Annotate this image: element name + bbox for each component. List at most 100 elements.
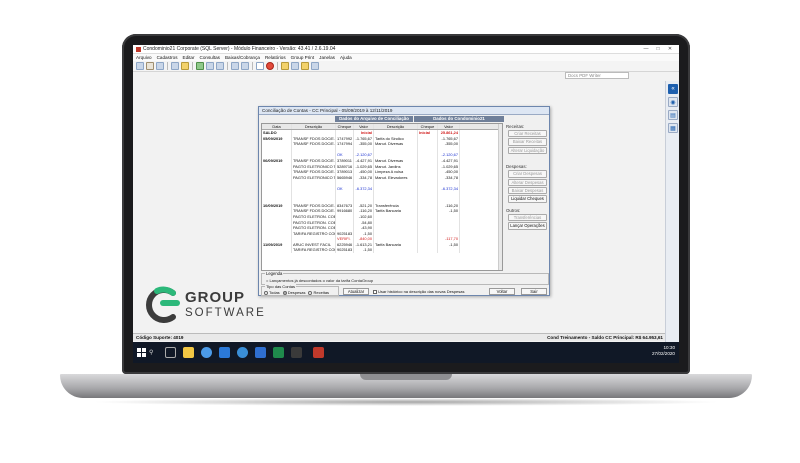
legend-label: Legenda [265,271,284,276]
col-valor-arquivo: Valor [354,124,374,129]
group-despesas-label: Despesas: [506,164,527,170]
legend-text: = Lançamentos já descontados o valor da … [266,278,374,283]
sair-button[interactable]: Sair [521,288,547,295]
excel-icon[interactable] [273,347,284,358]
menu-ajuda[interactable]: Ajuda [340,55,352,60]
blank-doc-icon[interactable] [256,62,264,70]
alterar-liquidacao-button[interactable]: Alterar Liquidação [508,146,547,155]
baixar-despesas-button[interactable]: Baixar Despesas [508,186,547,195]
laptop-shadow [90,398,722,406]
system-clock[interactable]: 10:30 27/02/2020 [652,345,675,357]
voltar-button[interactable]: Voltar [489,288,515,295]
menu-relatorios[interactable]: Relatórios [265,55,286,60]
file-explorer-icon[interactable] [183,347,194,358]
menu-editar[interactable]: Editar [183,55,195,60]
conciliacao-dialog: Conciliação de Contas - CC Principal - 0… [258,106,550,296]
word-icon[interactable] [255,347,266,358]
statusbar: Código Suporte: 4019 Cond Treinamento - … [133,333,665,341]
home-icon[interactable] [146,62,154,70]
stop-icon[interactable] [266,62,274,70]
col-valor-c21: Valor [438,124,460,129]
group-receitas-label: Receitas: [506,124,525,129]
alterar-despesas-button[interactable]: Alterar Despesas [508,178,547,186]
task-view-icon[interactable] [165,347,176,358]
book-icon[interactable] [281,62,289,70]
print-icon[interactable] [241,62,249,70]
criar-receitas-button[interactable]: Criar Receitas [508,130,547,138]
calendar-icon[interactable] [291,62,299,70]
dialog-footer: Tipo das Contas Todas Despesas Receitas … [261,284,549,296]
menubar: Arquivo Cadastros Editar Consultas Baixa… [133,54,679,61]
maximize-icon[interactable]: □ [652,46,664,52]
people-icon[interactable] [156,62,164,70]
radio-todas[interactable]: Todas [264,290,280,295]
logo-text-group: GROUP [185,289,246,306]
app-icon [136,46,141,52]
radio-despesas[interactable]: Despesas [282,290,305,295]
users-icon[interactable]: ◉ [668,97,678,107]
group-software-logo: GROUP SOFTWARE [143,283,264,323]
settings-icon[interactable] [311,62,319,70]
pinned-app-icon[interactable] [291,347,302,358]
saldo-status: Cond Treinamento - Saldo CC Principal: R… [547,335,663,340]
menu-consultas[interactable]: Consultas [200,55,220,60]
col-descricao-arquivo: Descrição [292,124,336,129]
outlook-icon[interactable] [219,347,230,358]
right-sidebar: « ◉ ▤ ▦ [665,81,679,349]
cell-cheque-c21 [418,247,438,254]
menu-cadastros[interactable]: Cadastros [157,55,178,60]
report-icon[interactable] [231,62,239,70]
radio-receitas[interactable]: Receitas [308,290,329,295]
cell-valor-c21 [438,247,460,254]
wallet-icon[interactable] [206,62,214,70]
app-titlebar: Condominio21 Corporate (SQL Server) - Mó… [133,45,679,54]
menu-baixas[interactable]: Baixas/Cobrança [225,55,260,60]
col-data: Data [262,124,292,129]
close-icon[interactable]: ✕ [664,46,676,52]
finance-icon[interactable] [216,62,224,70]
key-icon[interactable] [196,62,204,70]
condominio-icon[interactable] [136,62,144,70]
col-cheque-c21: Cheque [418,124,438,129]
teamviewer-icon[interactable] [237,347,248,358]
menu-arquivo[interactable]: Arquivo [136,55,152,60]
condominio21-icon[interactable] [313,347,324,358]
table-row[interactable]: TARIFA REGISTRO COBRANCA9025183-1,50 [262,247,502,254]
building-icon[interactable]: ▦ [668,123,678,133]
minimize-icon[interactable]: — [640,46,652,52]
liquidar-cheques-button[interactable]: Liquidar Cheques [508,195,547,203]
cell-descricao-c21 [374,247,418,254]
cell-descricao-arquivo: TARIFA REGISTRO COBRANCA [293,247,336,254]
toolbar-separator [167,62,168,70]
windows-start-icon[interactable] [137,348,146,357]
dialog-title: Conciliação de Contas - CC Principal - 0… [259,107,549,115]
app-title: Condominio21 Corporate (SQL Server) - Mó… [143,46,336,52]
col-descricao-c21: Descrição [374,124,418,129]
historico-checkbox[interactable]: Usar histórico na descrição das novas De… [373,289,465,294]
atualizar-button[interactable]: Atualizar [343,288,369,295]
baixar-receitas-button[interactable]: Baixar Receitas [508,138,547,146]
criar-despesas-button[interactable]: Criar Despesas [508,170,547,178]
table-scrollbar[interactable] [498,124,502,270]
col-cheque-arquivo: Cheque [336,124,354,129]
cell-valor-arquivo: -1,50 [354,247,374,254]
pdf-writer-field[interactable]: Docs PDF Writer [565,72,629,79]
collapse-icon[interactable]: « [668,84,678,94]
toolbar-separator [277,62,278,70]
document-icon[interactable] [181,62,189,70]
search-icon[interactable]: ⚲ [149,349,153,356]
clock-date: 27/02/2020 [652,351,675,356]
toolbar-separator [192,62,193,70]
logo-mark-icon [146,286,180,323]
calculator-icon[interactable] [171,62,179,70]
lancar-operacoes-button[interactable]: Lançar Operações [508,222,547,230]
menu-janelas[interactable]: Janelas [319,55,335,60]
menu-group-print[interactable]: Group Print [291,55,315,60]
transferencias-button[interactable]: Transferências [508,213,547,222]
tipo-contas-group: Tipo das Contas Todas Despesas Receitas [261,284,339,296]
doc-search-icon[interactable]: ▤ [668,110,678,120]
conciliacao-table[interactable]: Data Descrição Cheque Valor Descrição Ch… [261,123,503,271]
tipo-contas-label: Tipo das Contas [265,284,296,289]
lightbulb-icon[interactable] [301,62,309,70]
chrome-icon[interactable] [201,347,212,358]
